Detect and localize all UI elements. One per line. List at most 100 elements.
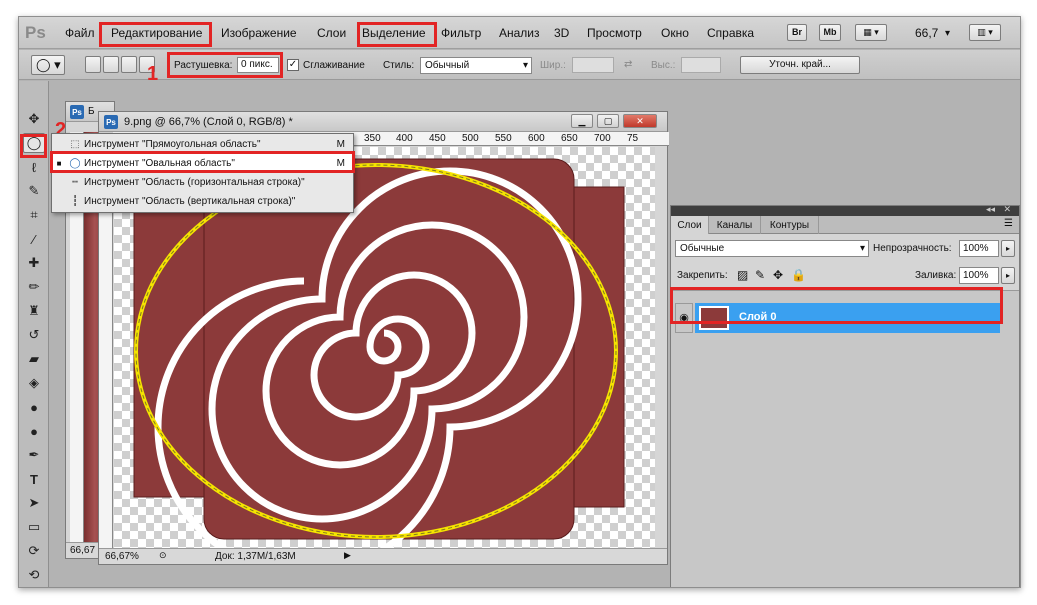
menu-3d[interactable]: 3D: [554, 26, 569, 40]
highlight-select-menu: [357, 22, 437, 47]
rect-marquee-icon: ⬚: [70, 139, 80, 150]
new-selection-icon[interactable]: [85, 56, 101, 73]
menu-image[interactable]: Изображение: [221, 26, 297, 40]
flyout-item-single-column-marquee[interactable]: ┇ Инструмент "Область (вертикальная стро…: [52, 192, 353, 211]
status-zoom[interactable]: 66,67%: [105, 551, 139, 562]
lock-transparency-icon[interactable]: ▨: [737, 268, 748, 282]
height-input[interactable]: [681, 57, 721, 73]
status-menu-arrow-icon[interactable]: ▶: [344, 550, 351, 561]
collapse-panel-icon[interactable]: ◂◂: [986, 204, 995, 215]
tool-preset-picker[interactable]: ◯ ▾: [31, 55, 65, 75]
document-titlebar[interactable]: Ps 9.png @ 66,7% (Слой 0, RGB/8) * ▁ ▢ ✕: [99, 112, 667, 132]
ruler-tick: 450: [429, 133, 446, 144]
brush-tool-icon[interactable]: ✏: [23, 277, 45, 297]
history-brush-tool-icon[interactable]: ↺: [23, 325, 45, 345]
quick-selection-tool-icon[interactable]: ✎: [23, 181, 45, 201]
layers-list: Слой 0 ◉: [671, 290, 1019, 587]
ps-document-icon: Ps: [70, 105, 84, 119]
feather-input[interactable]: 0 пикс.: [237, 57, 279, 73]
menu-view[interactable]: Просмотр: [587, 26, 642, 40]
flyout-item-label: Инструмент "Область (горизонтальная стро…: [84, 177, 305, 188]
flyout-shortcut: M: [336, 139, 345, 150]
blend-mode-value: Обычные: [680, 243, 725, 254]
tab-layers[interactable]: Слои: [671, 216, 709, 234]
document-title: 9.png @ 66,7% (Слой 0, RGB/8) *: [124, 116, 293, 128]
blur-tool-icon[interactable]: ●: [23, 397, 45, 417]
width-input[interactable]: [572, 57, 614, 73]
single-row-marquee-icon: ┅: [71, 177, 79, 188]
view-extras-dropdown[interactable]: ▦ ▾: [855, 24, 887, 41]
photoshop-window: Ps Файл Редактирование Изображение Слои …: [18, 16, 1021, 588]
opacity-label: Непрозрачность:: [873, 243, 952, 254]
fill-slider-button[interactable]: ▸: [1001, 267, 1015, 284]
lock-label: Закрепить:: [677, 270, 728, 281]
menu-help[interactable]: Справка: [707, 26, 754, 40]
opacity-input[interactable]: 100%: [959, 240, 999, 257]
blend-mode-select[interactable]: Обычные ▾: [675, 240, 869, 257]
ruler-tick: 350: [364, 133, 381, 144]
clone-stamp-tool-icon[interactable]: ♜: [23, 301, 45, 321]
ruler-tick: 600: [528, 133, 545, 144]
close-panel-icon[interactable]: ✕: [1003, 204, 1011, 215]
dodge-tool-icon[interactable]: ●: [23, 421, 45, 441]
swap-icon[interactable]: ⇄: [624, 59, 632, 70]
tab-channels[interactable]: Каналы: [709, 216, 761, 234]
highlight-elliptical-marquee-item: [50, 151, 355, 173]
path-selection-tool-icon[interactable]: ➤: [23, 493, 45, 513]
menu-analysis[interactable]: Анализ: [499, 26, 540, 40]
close-button[interactable]: ✕: [623, 114, 657, 128]
maximize-button[interactable]: ▢: [597, 114, 619, 128]
arrange-documents-dropdown[interactable]: ▥ ▾: [969, 24, 1001, 41]
status-info-icon[interactable]: ⊙: [159, 550, 167, 561]
healing-brush-tool-icon[interactable]: ✚: [23, 253, 45, 273]
marquee-tool-flyout: ⬚ Инструмент "Прямоугольная область" M ■…: [51, 133, 354, 213]
lasso-tool-icon[interactable]: ℓ: [23, 157, 45, 177]
ruler-tick: 400: [396, 133, 413, 144]
crop-tool-icon[interactable]: ⌗: [23, 205, 45, 225]
menu-filter[interactable]: Фильтр: [441, 26, 481, 40]
flyout-item-single-row-marquee[interactable]: ┅ Инструмент "Область (горизонтальная ст…: [52, 173, 353, 192]
opacity-slider-button[interactable]: ▸: [1001, 240, 1015, 257]
flyout-item-label: Инструмент "Область (вертикальная строка…: [84, 196, 296, 207]
type-tool-icon[interactable]: T: [23, 469, 45, 489]
fill-input[interactable]: 100%: [959, 267, 999, 284]
background-document-title: Б: [88, 106, 95, 117]
ruler-tick: 500: [462, 133, 479, 144]
tab-paths[interactable]: Контуры: [761, 216, 819, 234]
chevron-down-icon: ▾: [522, 60, 528, 71]
chevron-down-icon: ▾: [859, 243, 865, 254]
mini-bridge-button[interactable]: Mb: [819, 24, 841, 41]
panel-header-strip: ◂◂ ✕: [671, 204, 1019, 216]
highlight-layer-row: [670, 287, 1003, 324]
minimize-button[interactable]: ▁: [571, 114, 593, 128]
lock-pixels-icon[interactable]: ✎: [755, 268, 765, 282]
3d-orbit-tool-icon[interactable]: ⟲: [23, 565, 45, 585]
width-label: Шир.:: [540, 60, 566, 71]
ruler-tick: 75: [627, 133, 639, 144]
panel-menu-icon[interactable]: ☰: [1004, 218, 1013, 229]
zoom-level[interactable]: 66,7: [915, 26, 938, 40]
rectangle-tool-icon[interactable]: ▭: [23, 517, 45, 537]
bridge-button[interactable]: Br: [787, 24, 807, 41]
eyedropper-tool-icon[interactable]: ⁄: [23, 229, 45, 249]
eraser-tool-icon[interactable]: ▰: [23, 349, 45, 369]
zoom-chevron-icon[interactable]: ▾: [945, 28, 950, 39]
single-column-marquee-icon: ┇: [71, 196, 79, 207]
antialias-checkbox[interactable]: ✓: [287, 59, 299, 71]
3d-rotate-tool-icon[interactable]: ⟳: [23, 541, 45, 561]
refine-edge-button[interactable]: Уточн. край...: [740, 56, 860, 74]
step-1-label: 1: [147, 63, 159, 85]
paint-bucket-tool-icon[interactable]: ◈: [23, 373, 45, 393]
highlight-marquee-tool: [20, 134, 47, 158]
lock-position-icon[interactable]: ✥: [773, 268, 783, 282]
options-bar: ◯ ▾ Растушевка: 0 пикс. ✓ Сглаживание Ст…: [19, 50, 1020, 80]
move-tool-icon[interactable]: ✥: [23, 109, 45, 129]
style-select[interactable]: Обычный ▾: [420, 57, 532, 74]
menu-file[interactable]: Файл: [65, 26, 95, 40]
add-to-selection-icon[interactable]: [103, 56, 119, 73]
menu-window[interactable]: Окно: [661, 26, 689, 40]
subtract-selection-icon[interactable]: [121, 56, 137, 73]
pen-tool-icon[interactable]: ✒: [23, 445, 45, 465]
menu-layers[interactable]: Слои: [317, 26, 346, 40]
lock-all-icon[interactable]: 🔒: [791, 268, 806, 282]
